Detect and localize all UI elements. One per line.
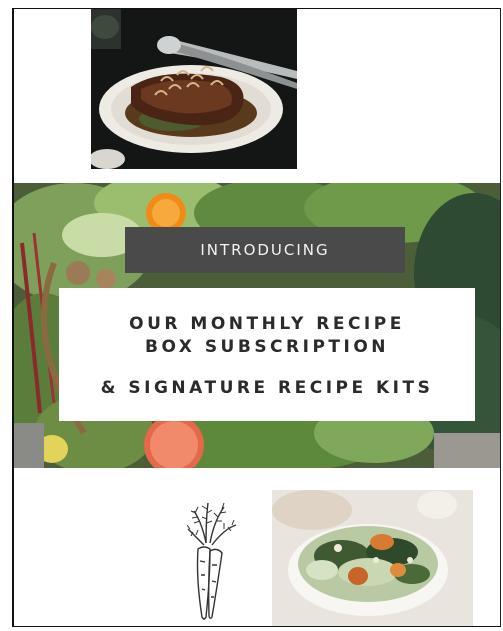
- page-frame: INTRODUCING OUR MONTHLY RECIPE BOX SUBSC…: [12, 8, 501, 627]
- introducing-label: INTRODUCING: [125, 227, 405, 273]
- headline-line-2: BOX SUBSCRIPTION: [144, 337, 390, 357]
- headline-panel: OUR MONTHLY RECIPE BOX SUBSCRIPTION & SI…: [59, 288, 475, 421]
- salad-bowl-photo: [272, 490, 473, 626]
- carrot-icon: [184, 499, 242, 623]
- headline-line-3: & SIGNATURE RECIPE KITS: [100, 378, 434, 398]
- steak-dish-photo: [91, 9, 297, 169]
- headline-line-1: OUR MONTHLY RECIPE: [129, 314, 405, 334]
